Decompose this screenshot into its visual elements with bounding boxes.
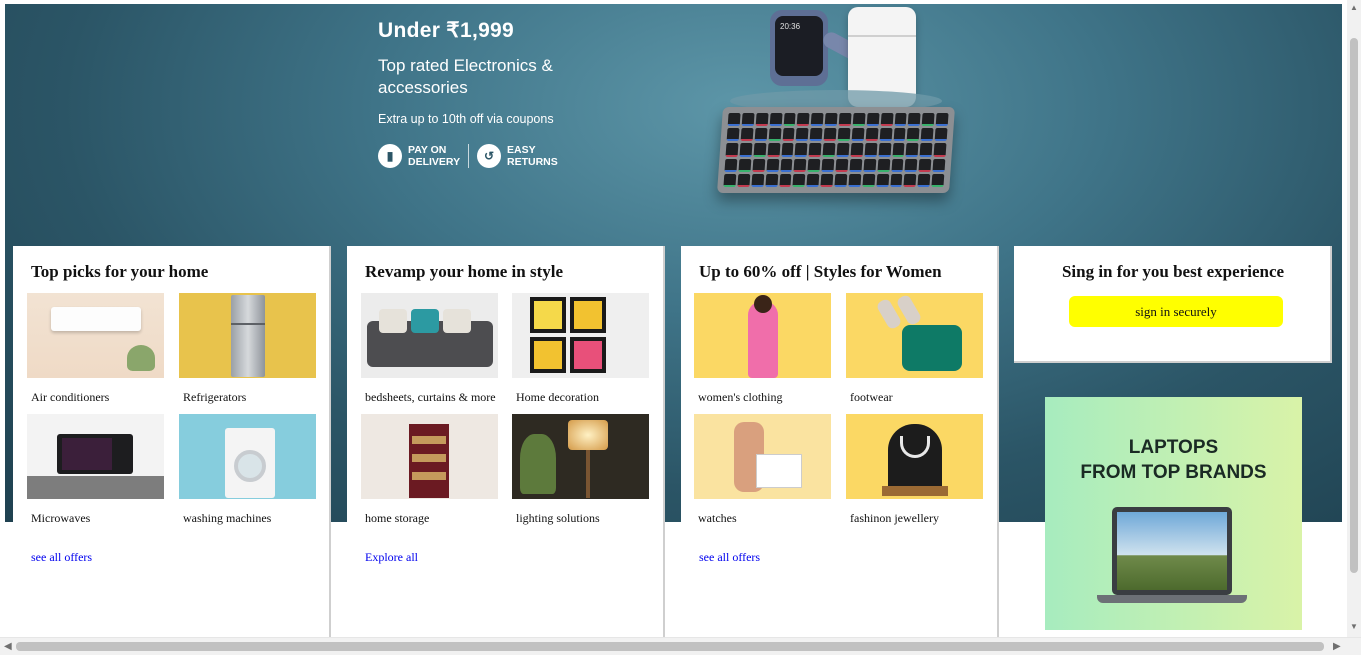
tile-caption[interactable]: home storage — [365, 511, 498, 526]
tile-fashion-jewellery[interactable]: fashinon jewellery — [846, 414, 983, 526]
tile-microwaves[interactable]: Microwaves — [27, 414, 164, 526]
vertical-scroll-thumb[interactable] — [1350, 38, 1358, 573]
tile-watches[interactable]: watches — [694, 414, 831, 526]
vertical-scrollbar[interactable]: ▲ ▼ — [1347, 0, 1361, 637]
tile-caption[interactable]: bedsheets, curtains & more — [365, 390, 498, 405]
tile-womens-clothing[interactable]: women's clothing — [694, 293, 831, 405]
see-all-offers-link[interactable]: see all offers — [31, 550, 92, 565]
sign-in-button[interactable]: sign in securely — [1069, 296, 1283, 327]
laptop-ad-banner[interactable]: LAPTOPS FROM TOP BRANDS — [1045, 397, 1302, 630]
see-all-offers-link[interactable]: see all offers — [699, 550, 760, 565]
tile-lighting-solutions[interactable]: lighting solutions — [512, 414, 649, 526]
tile-caption[interactable]: watches — [698, 511, 831, 526]
tile-home-decoration[interactable]: Home decoration — [512, 293, 649, 405]
laptop-base — [1097, 595, 1247, 603]
tile-caption[interactable]: footwear — [850, 390, 983, 405]
tile-caption[interactable]: fashinon jewellery — [850, 511, 983, 526]
hero-text-block: Under ₹1,999 Top rated Electronics & acc… — [378, 18, 598, 168]
explore-all-link[interactable]: Explore all — [365, 550, 418, 565]
tile-caption[interactable]: washing machines — [183, 511, 316, 526]
watches-image[interactable] — [694, 414, 831, 499]
sofa-cushions-image[interactable] — [361, 293, 498, 378]
washing-machine-image[interactable] — [179, 414, 316, 499]
wall-frames-image[interactable] — [512, 293, 649, 378]
tile-bedsheets-curtains[interactable]: bedsheets, curtains & more — [361, 293, 498, 405]
tile-refrigerators[interactable]: Refrigerators — [179, 293, 316, 405]
tile-footwear[interactable]: footwear — [846, 293, 983, 405]
scroll-left-arrow-icon[interactable]: ◀ — [4, 641, 12, 652]
pay-on-delivery-badge: ▮ PAY ON DELIVERY — [378, 144, 460, 168]
smartwatch-image: 20:36 — [770, 10, 864, 86]
refrigerator-image[interactable] — [179, 293, 316, 378]
shoe-rack-image[interactable] — [361, 414, 498, 499]
tile-caption[interactable]: women's clothing — [698, 390, 831, 405]
tile-caption[interactable]: Air conditioners — [31, 390, 164, 405]
easy-returns-badge: ↺ EASY RETURNS — [477, 144, 559, 168]
scroll-down-arrow-icon[interactable]: ▼ — [1350, 622, 1358, 631]
signin-card: Sing in for you best experience sign in … — [1014, 246, 1332, 363]
cash-on-delivery-icon: ▮ — [378, 144, 402, 168]
box-return-icon: ↺ — [477, 144, 501, 168]
card-title: Revamp your home in style — [365, 262, 564, 281]
floor-lamp-image[interactable] — [512, 414, 649, 499]
card-styles-for-women: Up to 60% off | Styles for Women women's… — [681, 246, 999, 638]
laptop-ad-line2: FROM TOP BRANDS — [1080, 462, 1267, 483]
badge-label: EASY RETURNS — [507, 144, 558, 168]
hero-subtitle: Top rated Electronics & accessories — [378, 56, 553, 97]
tile-caption[interactable]: Home decoration — [516, 390, 649, 405]
card-title: Up to 60% off | Styles for Women — [699, 262, 942, 281]
air-conditioner-image[interactable] — [27, 293, 164, 378]
card-title: Top picks for your home — [31, 262, 209, 281]
tile-caption[interactable]: Microwaves — [31, 511, 164, 526]
watch-time: 20:36 — [780, 22, 801, 31]
footwear-image[interactable] — [846, 293, 983, 378]
tile-washing-machines[interactable]: washing machines — [179, 414, 316, 526]
jewellery-image[interactable] — [846, 414, 983, 499]
womens-clothing-image[interactable] — [694, 293, 831, 378]
hero-title: Under ₹1,999 — [378, 19, 515, 42]
laptop-image — [1112, 507, 1232, 595]
horizontal-scrollbar[interactable]: ◀ ▶ — [0, 637, 1361, 655]
tile-home-storage[interactable]: home storage — [361, 414, 498, 526]
hero-coupon-note: Extra up to 10th off via coupons — [378, 112, 554, 126]
tile-caption[interactable]: Refrigerators — [183, 390, 316, 405]
scroll-up-arrow-icon[interactable]: ▲ — [1350, 3, 1358, 12]
laptop-ad-headline: LAPTOPS FROM TOP BRANDS — [1045, 435, 1302, 485]
laptop-ad-line1: LAPTOPS — [1128, 437, 1219, 458]
hero-badges: ▮ PAY ON DELIVERY ↺ EASY RETURNS — [378, 144, 598, 168]
microwave-image[interactable] — [27, 414, 164, 499]
hero-product-image: 20:36 — [708, 4, 958, 209]
tile-air-conditioners[interactable]: Air conditioners — [27, 293, 164, 405]
badge-divider — [468, 144, 469, 168]
card-top-picks-home: Top picks for your home Air conditioners… — [13, 246, 331, 638]
scroll-right-arrow-icon[interactable]: ▶ — [1333, 641, 1341, 652]
rgb-keyboard-image — [716, 107, 956, 193]
signin-title: Sing in for you best experience — [1061, 262, 1285, 281]
card-revamp-home: Revamp your home in style bedsheets, cur… — [347, 246, 665, 638]
badge-label: PAY ON DELIVERY — [408, 144, 461, 168]
horizontal-scroll-thumb[interactable] — [16, 642, 1324, 651]
tile-caption[interactable]: lighting solutions — [516, 511, 649, 526]
